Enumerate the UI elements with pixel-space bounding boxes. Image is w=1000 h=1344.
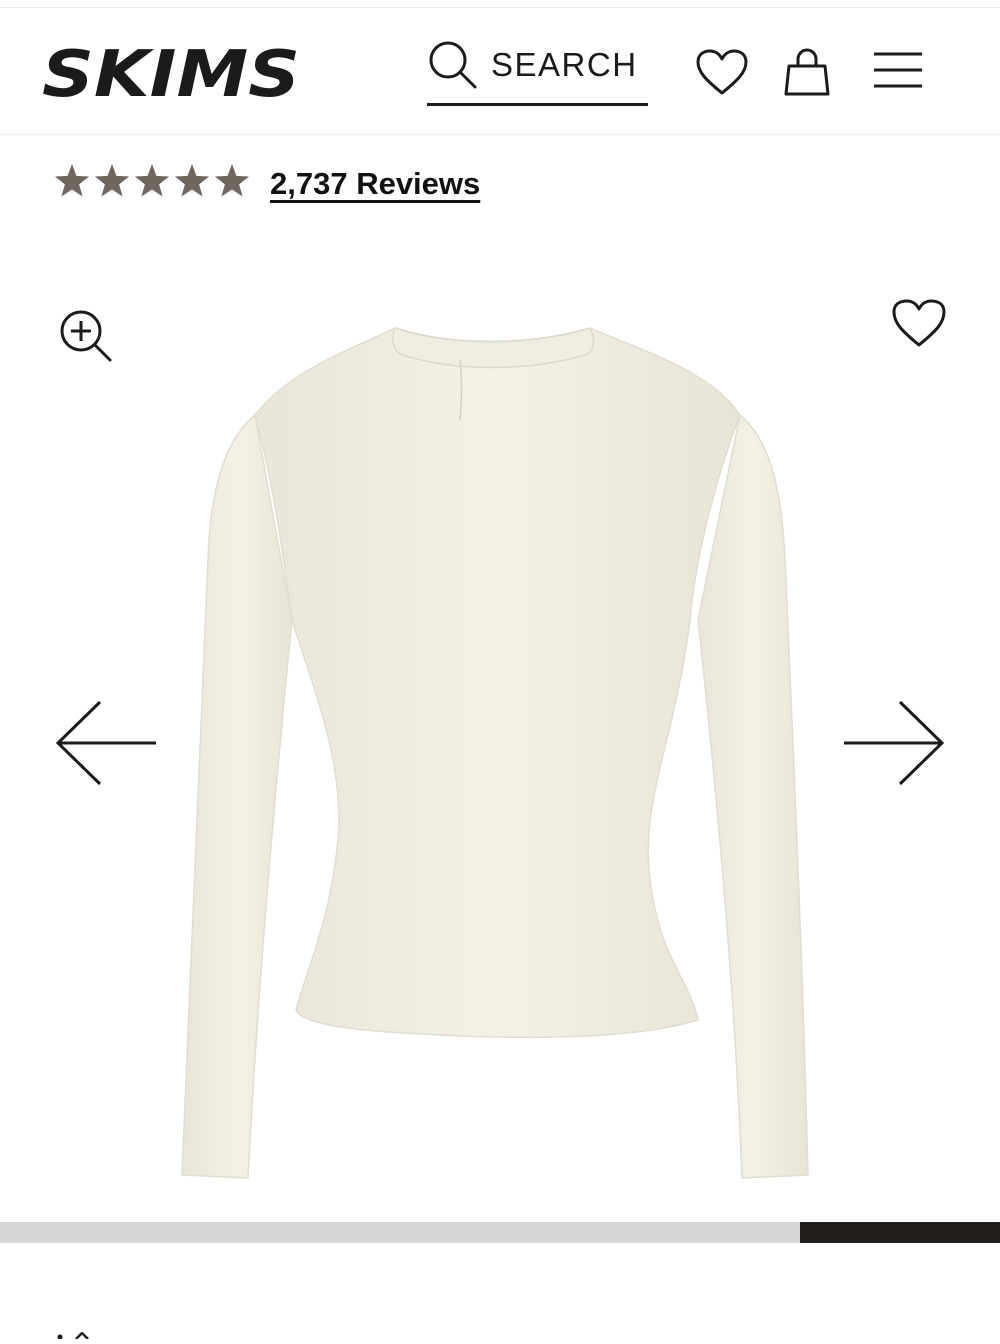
star-icon: [134, 164, 170, 197]
search-label: SEARCH: [491, 46, 638, 83]
skims-logo[interactable]: SKIMS: [40, 38, 304, 108]
search-bar[interactable]: SEARCH: [427, 36, 648, 106]
arrow-left-icon[interactable]: [54, 698, 160, 788]
reviews-link[interactable]: 2,737 Reviews: [270, 166, 480, 202]
star-rating: [54, 164, 250, 197]
logo-text: SKIMS: [42, 38, 300, 108]
zoom-in-icon[interactable]: [56, 306, 116, 366]
search-icon: [427, 39, 479, 91]
wishlist-heart-icon[interactable]: [694, 48, 750, 98]
gallery-progress-bar[interactable]: [0, 1222, 1000, 1243]
heart-icon[interactable]: [890, 298, 948, 350]
menu-icon[interactable]: [870, 48, 926, 92]
product-image[interactable]: [170, 320, 820, 1190]
star-icon: [214, 164, 250, 197]
site-header: SKIMS SEARCH: [0, 8, 1000, 135]
next-section-peek: [56, 1326, 96, 1340]
star-icon: [174, 164, 210, 197]
star-icon: [54, 164, 90, 197]
product-gallery: [0, 280, 1000, 1200]
arrow-right-icon[interactable]: [840, 698, 946, 788]
shopping-bag-icon[interactable]: [782, 46, 832, 98]
star-icon: [94, 164, 130, 197]
gallery-progress-fill: [800, 1222, 1000, 1243]
